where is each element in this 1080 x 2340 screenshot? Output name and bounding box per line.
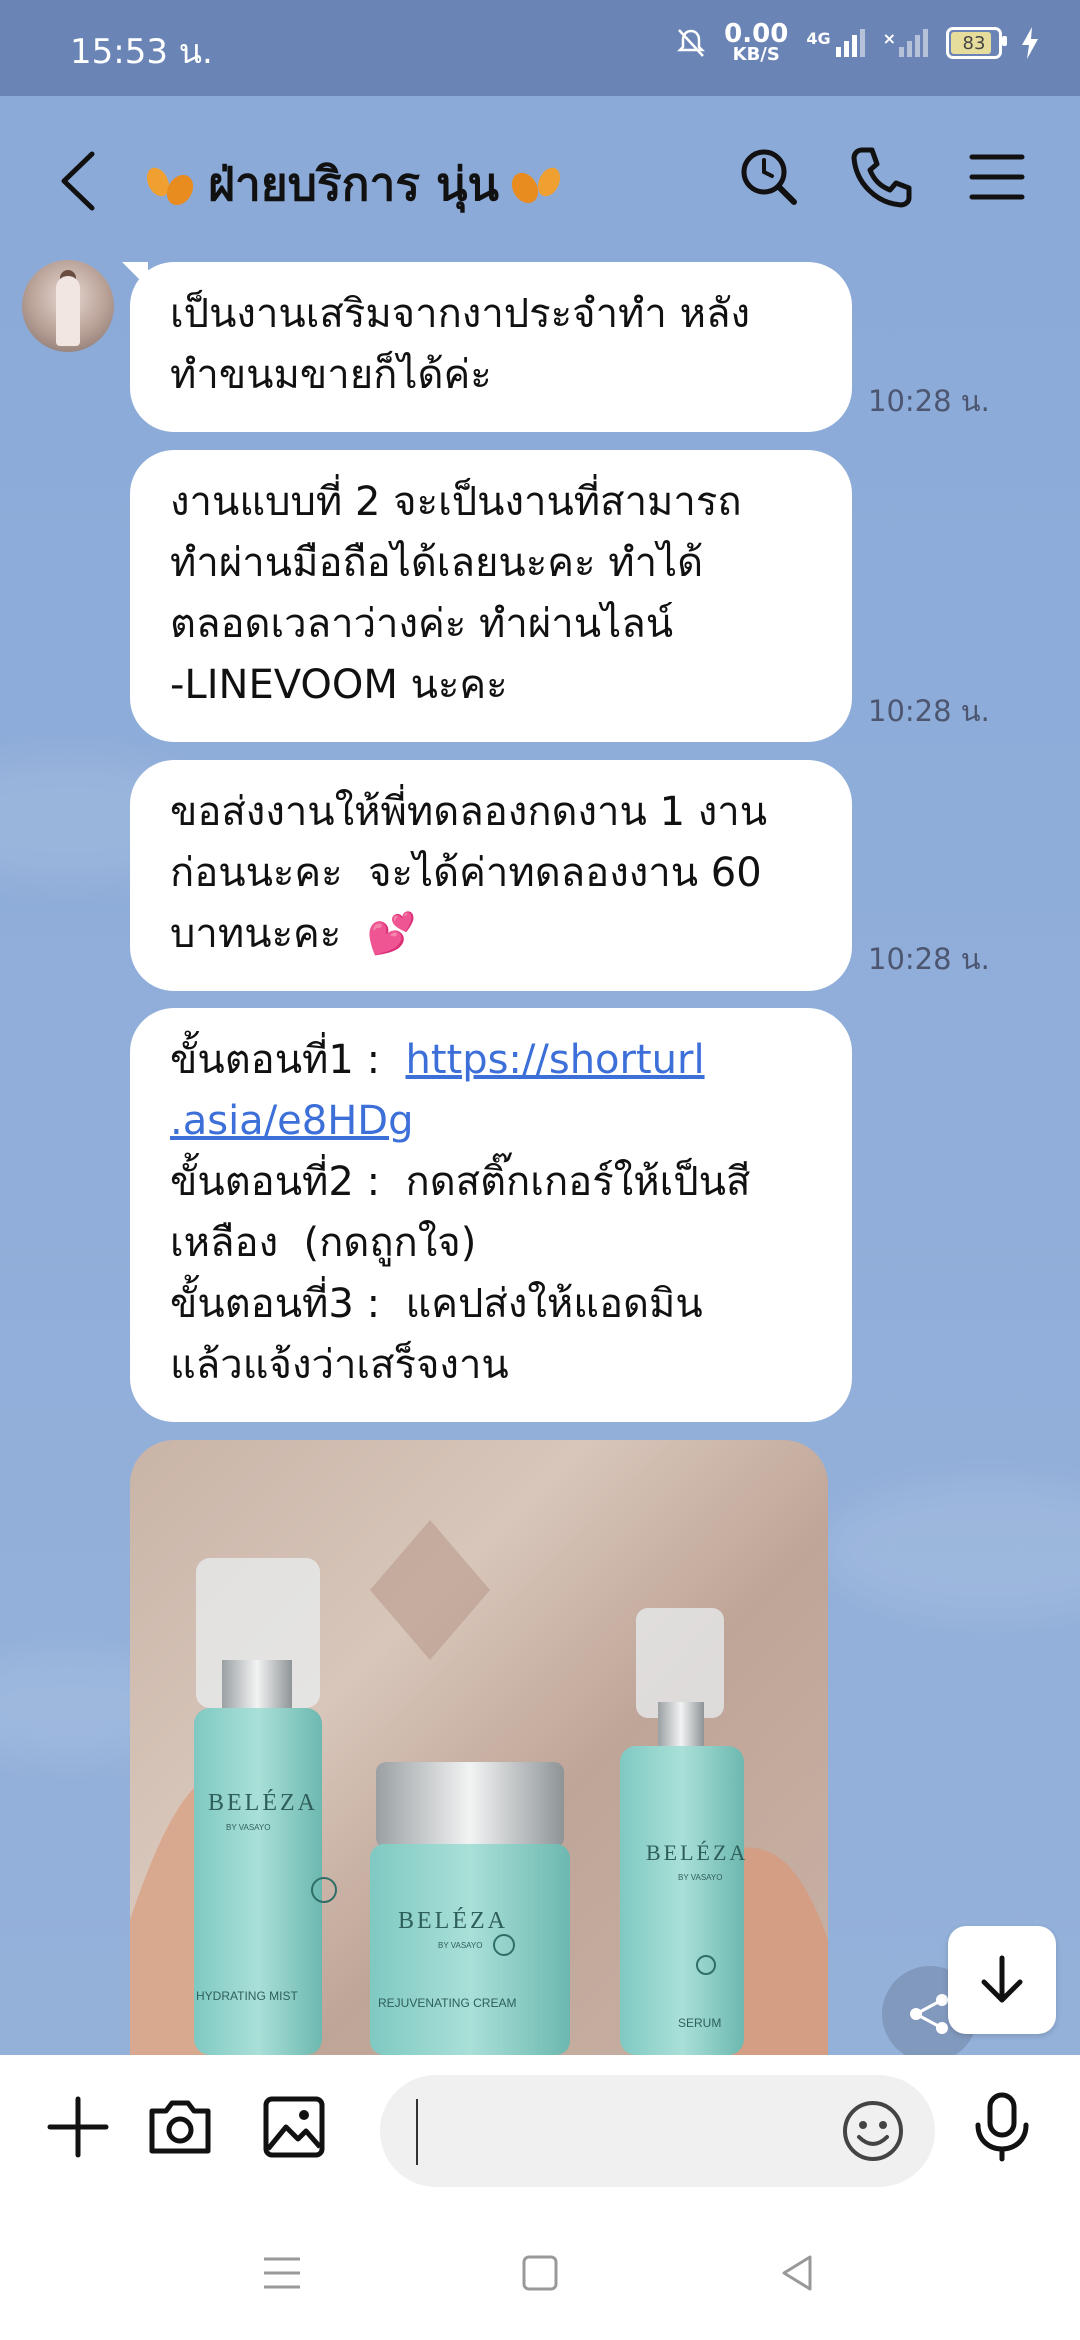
signal-4g: 4G xyxy=(806,29,865,57)
serum-name: SERUM xyxy=(678,2016,721,2030)
microphone-icon[interactable] xyxy=(966,2091,1038,2163)
step1-link-part2: .asia/e8HDg xyxy=(170,1098,414,1144)
serum-brand: BELÉZA xyxy=(646,1840,748,1865)
signal-sim2: × xyxy=(883,29,928,57)
arrow-down-icon xyxy=(981,1955,1023,2003)
status-time: 15:53 น. xyxy=(70,32,213,72)
chat-header: ฝ่ายบริการ นุ่น xyxy=(0,96,1080,266)
jar-brand: BELÉZA xyxy=(398,1908,508,1934)
chat-title: ฝ่ายบริการ นุ่น xyxy=(140,148,567,221)
jar-sub-brand: BY VASAYO xyxy=(438,1941,482,1950)
mute-bell-icon xyxy=(677,29,706,57)
chat-title-text: ฝ่ายบริการ นุ่น xyxy=(208,157,499,211)
step2-text: ขั้นตอนที่2 : กดสติ๊กเกอร์ให้เป็นสี เหลื… xyxy=(170,1159,751,1266)
image-icon[interactable] xyxy=(258,2091,330,2163)
plus-icon[interactable] xyxy=(42,2091,114,2163)
camera-icon[interactable] xyxy=(144,2091,216,2163)
search-icon[interactable] xyxy=(734,142,804,212)
peanut-icon xyxy=(140,158,202,212)
net-speed-unit: KB/S xyxy=(732,44,780,65)
peanut-icon xyxy=(505,158,567,212)
message-time: 10:28 น. xyxy=(868,384,990,418)
message-text: เป็นงานเสริมจากงาประจำทำ หลัง ทำขนมขายก็… xyxy=(170,291,750,398)
bottle-sub-brand: BY VASAYO xyxy=(226,1823,270,1832)
message-field[interactable] xyxy=(380,2075,935,2187)
back-nav-icon[interactable] xyxy=(774,2249,822,2297)
jar-name: REJUVENATING CREAM xyxy=(378,1996,516,2010)
step1-label: ขั้นตอนที่1 : xyxy=(170,1037,406,1083)
message-input-bar xyxy=(0,2055,1080,2205)
step1-link-part1: https://shorturl xyxy=(405,1037,705,1083)
serum-sub-brand: BY VASAYO xyxy=(678,1873,722,1882)
recent-apps-icon[interactable] xyxy=(258,2249,306,2297)
menu-icon[interactable] xyxy=(962,142,1032,212)
bottle-name: HYDRATING MIST xyxy=(196,1989,298,2003)
phone-icon[interactable] xyxy=(846,142,916,212)
net-speed-value: 0.00 xyxy=(724,19,789,49)
product-photo-art: BELÉZA BY VASAYO HYDRATING MIST BELÉZA B… xyxy=(130,1520,828,2055)
product-photo[interactable]: BELÉZA BY VASAYO HYDRATING MIST BELÉZA B… xyxy=(130,1440,828,2055)
status-icons: 0.00 KB/S 4G × 83 xyxy=(676,19,1040,65)
message-input[interactable] xyxy=(416,2099,840,2165)
message-text: งานแบบที่ 2 จะเป็นงานที่สามารถ ทำผ่านมือ… xyxy=(170,479,742,708)
back-icon[interactable] xyxy=(50,146,110,216)
message-bubble[interactable]: ขั้นตอนที่1 : https://shorturl .asia/e8HD… xyxy=(130,1008,852,1422)
message-bubble[interactable]: ขอส่งงานให้พี่ทดลองกดงาน 1 งาน ก่อนนะคะ … xyxy=(130,760,852,991)
emoji-icon[interactable] xyxy=(839,2097,907,2165)
scroll-to-bottom-button[interactable] xyxy=(948,1926,1056,2034)
hearts-emoji: 💕 xyxy=(366,911,417,957)
system-nav-bar xyxy=(0,2205,1080,2340)
bottle-brand: BELÉZA xyxy=(208,1790,318,1816)
message-text: ขอส่งงานให้พี่ทดลองกดงาน 1 งาน ก่อนนะคะ … xyxy=(170,789,768,957)
message-time: 10:28 น. xyxy=(868,942,990,976)
status-bar: 15:53 น. 0.00 KB/S 4G × 83 xyxy=(0,0,1080,96)
net-speed: 0.00 KB/S xyxy=(724,19,789,65)
network-label: 4G xyxy=(806,29,831,48)
message-time: 10:28 น. xyxy=(868,694,990,728)
home-icon[interactable] xyxy=(516,2249,564,2297)
step3-text: ขั้นตอนที่3 : แคปส่งให้แอดมิน แล้วแจ้งว่… xyxy=(170,1281,703,1388)
avatar[interactable] xyxy=(22,260,114,352)
message-bubble[interactable]: งานแบบที่ 2 จะเป็นงานที่สามารถ ทำผ่านมือ… xyxy=(130,450,852,742)
message-bubble[interactable]: เป็นงานเสริมจากงาประจำทำ หลัง ทำขนมขายก็… xyxy=(122,262,852,432)
battery-icon: 83 xyxy=(946,27,1007,59)
battery-level: 83 xyxy=(962,32,986,54)
charging-icon xyxy=(1022,27,1038,59)
